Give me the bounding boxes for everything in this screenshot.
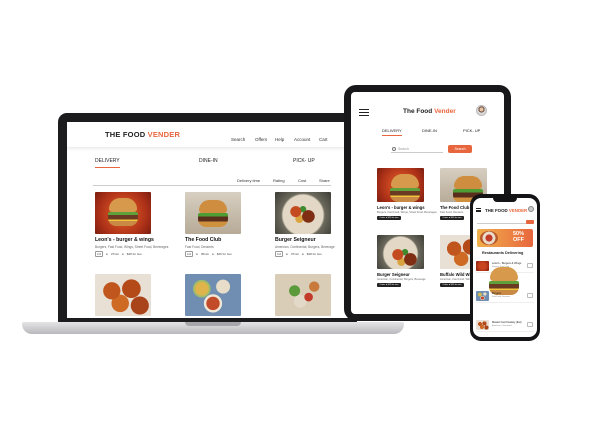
restaurant-name: Leon's - burger & wings [377, 205, 425, 210]
restaurant-name: Burger Seigneur [377, 272, 410, 277]
wings-photo [95, 274, 151, 316]
burger-photo [185, 192, 241, 234]
restaurant-card[interactable]: Leon's - burger & wings Burgers, Fast Fo… [95, 192, 169, 257]
restaurant-name: Master Food Galaxy (Est) [492, 321, 522, 324]
filter-cost[interactable]: Cost [298, 178, 306, 183]
restaurant-name: Burgers [492, 292, 502, 295]
search-button[interactable] [526, 220, 534, 224]
restaurant-cuisine: Burgers, Fast Food [492, 266, 510, 268]
phone-screen: THE FOOD VENDER 50% OFF Restaurants Deliv… [473, 198, 537, 337]
food-photo [480, 231, 498, 245]
avatar[interactable] [528, 206, 534, 212]
restaurant-name: Leon's - Burgers & Wings [492, 262, 522, 265]
divider [93, 185, 331, 186]
search-input[interactable]: Search [391, 145, 443, 153]
restaurant-card[interactable]: Burger Seigneur American, Continental, B… [377, 235, 426, 288]
phone-notch [493, 198, 517, 202]
restaurant-cuisine: Fast Food, Desserts [185, 245, 214, 249]
burger-photo [95, 192, 151, 234]
hamburger-menu-icon[interactable] [359, 109, 369, 116]
list-item[interactable]: Master Food Galaxy (Est) American, Conti… [476, 319, 534, 332]
tab-dine-in[interactable]: DINE-IN [199, 158, 218, 164]
list-item[interactable]: Burgers Fast Food, Desserts [476, 290, 534, 303]
restaurant-cuisine: American, Continental, Burgers, Beverage [275, 245, 335, 249]
nav-account[interactable]: Account [294, 137, 310, 142]
tab-pick-up[interactable]: PICK- UP [293, 158, 315, 164]
restaurant-card[interactable]: The Food Club Fast Food, Desserts 4.0 ● 3… [185, 192, 241, 257]
add-button[interactable] [527, 322, 533, 327]
burger-thumbnail [476, 261, 519, 295]
restaurant-cuisine: Burgers, Fast Food, Wings, Street Food, … [377, 211, 437, 214]
restaurant-card[interactable] [185, 274, 241, 316]
food-thumbnail [476, 291, 489, 301]
order-button[interactable]: Order ● $26 for two [440, 283, 464, 288]
food-thumbnail [476, 320, 489, 330]
product-mockup: THE FOOD VENDER Search Offers Help Accou… [0, 0, 591, 422]
restaurant-cuisine: Burgers, Fast Food, Wings, Street Food, … [95, 245, 169, 249]
cost-for-two: $26 for two [216, 252, 232, 256]
dish-photo [377, 235, 424, 269]
salad-photo [275, 274, 331, 316]
search-icon [392, 147, 396, 151]
restaurant-cuisine: American, Continental, Burgers, Beverage [377, 278, 426, 281]
rating-badge: 4.0 [275, 251, 283, 257]
filter-delivery-time[interactable]: Delivery time [237, 178, 260, 183]
search-button[interactable]: Search [448, 145, 472, 153]
order-button[interactable]: Order ● $26 for two [440, 216, 464, 221]
service-tabs: DELIVERY DINE-IN PICK- UP [93, 158, 333, 168]
tab-pick-up[interactable]: PICK- UP [463, 128, 480, 133]
offer-text: 50% OFF [513, 231, 525, 243]
nav-cart[interactable]: Cart [319, 137, 328, 142]
restaurant-card[interactable]: Burger Seigneur American, Continental, B… [275, 192, 335, 257]
nav-help[interactable]: Help [275, 137, 284, 142]
restaurant-name: Burger Seigneur [275, 237, 316, 243]
laptop-notch [185, 322, 241, 326]
add-button[interactable] [527, 293, 533, 298]
rating-badge: 4.0 [185, 251, 193, 257]
offer-banner[interactable]: 50% OFF [477, 229, 533, 247]
restaurant-cuisine: Fast Food, Desserts [492, 296, 511, 298]
search-input[interactable] [477, 220, 527, 224]
list-item[interactable]: Leon's - Burgers & Wings Burgers, Fast F… [476, 260, 534, 295]
dish-photo [275, 192, 331, 234]
avatar[interactable] [476, 105, 487, 116]
order-button[interactable]: Order ● $28 for two [377, 283, 401, 288]
cost-for-two: $28 for two [126, 252, 142, 256]
tab-delivery[interactable]: DELIVERY [95, 158, 120, 168]
rating-badge: 4.0 [95, 251, 103, 257]
nav-search[interactable]: Search [231, 137, 245, 142]
filter-share[interactable]: Share [319, 178, 330, 183]
burger-photo [377, 168, 424, 202]
order-button[interactable]: Order ● $28 for two [377, 216, 401, 221]
site-logo[interactable]: The Food Vender [403, 108, 456, 115]
laptop-screen: THE FOOD VENDER Search Offers Help Accou… [67, 122, 349, 318]
nav-offers[interactable]: Offers [255, 137, 267, 142]
restaurant-card[interactable]: Leon's - burger & wings Burgers, Fast Fo… [377, 168, 437, 221]
restaurant-name: The Food Club [185, 237, 222, 243]
site-logo[interactable]: THE FOOD VENDER [485, 208, 527, 213]
tab-dine-in[interactable]: DINE-IN [422, 128, 437, 133]
delivery-time: 37min [110, 252, 119, 256]
restaurant-card[interactable] [95, 274, 151, 316]
tab-delivery[interactable]: DELIVERY [382, 128, 402, 136]
cost-for-two: $28 for two [306, 252, 322, 256]
filter-rating[interactable]: Rating [273, 178, 285, 183]
delivery-time: 37min [290, 252, 299, 256]
restaurant-name: Leon's - burger & wings [95, 237, 154, 243]
section-heading: Restaurants Delivering [482, 251, 524, 255]
bowls-photo [185, 274, 241, 316]
restaurant-card[interactable] [275, 274, 331, 316]
add-button[interactable] [527, 263, 533, 268]
hamburger-menu-icon[interactable] [476, 208, 481, 213]
delivery-time: 35min [200, 252, 209, 256]
site-header: THE FOOD VENDER Search Offers Help Accou… [67, 122, 349, 148]
site-logo[interactable]: THE FOOD VENDER [105, 130, 180, 139]
restaurant-cuisine: American, Continental [492, 325, 512, 327]
